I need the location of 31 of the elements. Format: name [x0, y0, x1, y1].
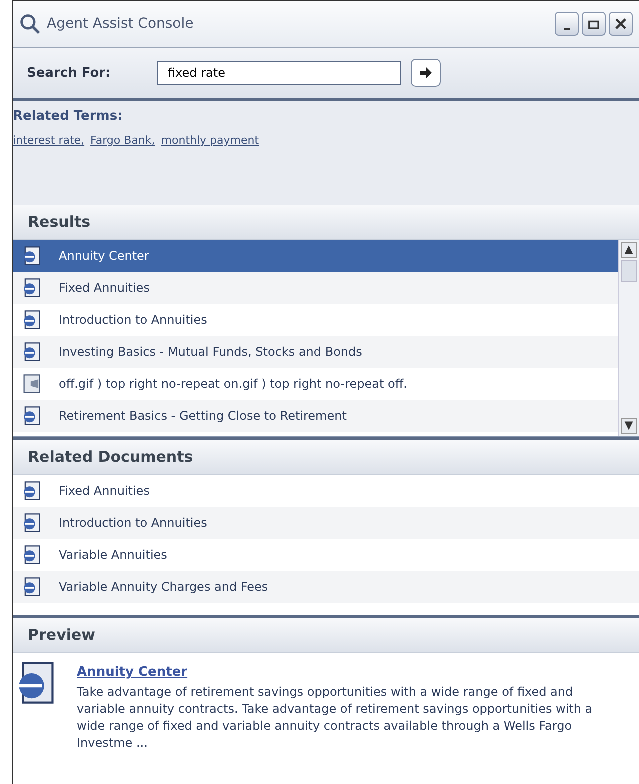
- result-item[interactable]: Annuity Center: [13, 240, 618, 272]
- document-item[interactable]: Variable Annuity Charges and Fees: [13, 571, 639, 603]
- result-item[interactable]: Fixed Annuities: [13, 272, 618, 304]
- related-terms-label: Related Terms:: [13, 109, 124, 124]
- minimize-button[interactable]: [555, 12, 579, 36]
- section-header: Related Documents: [13, 437, 639, 475]
- result-item[interactable]: Investing Basics - Mutual Funds, Stocks and Bonds: [13, 336, 618, 368]
- section-header: Results: [13, 205, 639, 240]
- maximize-button[interactable]: [582, 12, 606, 36]
- scroll-up-icon[interactable]: [621, 242, 637, 258]
- close-icon: [613, 16, 629, 32]
- image-file-icon: [21, 373, 43, 395]
- preview-title-link[interactable]: Annuity Center: [77, 665, 188, 680]
- go-button[interactable]: [411, 59, 441, 87]
- result-item[interactable]: Retirement Basics - Getting Close to Retirement: [13, 400, 618, 432]
- scroll-thumb[interactable]: [621, 260, 637, 282]
- search-icon: [19, 13, 41, 35]
- scrollbar[interactable]: [618, 240, 639, 436]
- related-term-link[interactable]: monthly payment: [161, 134, 260, 147]
- search-field[interactable]: fixed rate: [157, 61, 401, 85]
- scroll-down-icon[interactable]: [621, 418, 637, 434]
- close-button[interactable]: [609, 12, 633, 36]
- minimize-icon: [564, 28, 570, 30]
- preview-description: Take advantage of retirement savings opportunities with a wide range of fixed and variable annuity contracts. Take advantage of retirement savings opportunities with a wide range of fixed and variable annuity contracts available through a Wells Fargo Investme ...: [77, 684, 594, 752]
- window-title: Agent Assist Console: [47, 16, 195, 32]
- related-term-link[interactable]: interest rate,: [13, 134, 85, 147]
- related-term-link[interactable]: Fargo Bank,: [90, 134, 156, 147]
- document-item[interactable]: Introduction to Annuities: [13, 507, 639, 539]
- arrow-right-icon: [418, 65, 434, 81]
- section-header: Preview: [13, 615, 639, 653]
- search-label: Search For:: [27, 66, 112, 80]
